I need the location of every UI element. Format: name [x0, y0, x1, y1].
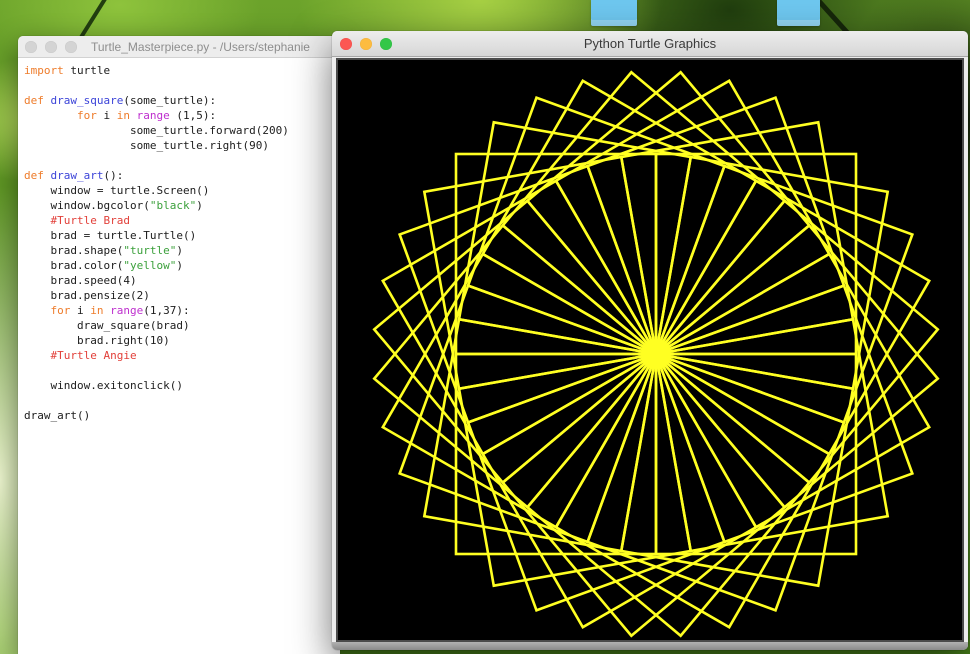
turtle-titlebar[interactable]: Python Turtle Graphics	[332, 31, 968, 57]
window-bottom-edge	[332, 642, 968, 650]
code-line: some_turtle.forward(200)	[24, 124, 289, 137]
turtle-window-title: Python Turtle Graphics	[583, 36, 717, 51]
code-line: brad.color("yellow")	[24, 259, 183, 272]
code-line: #Turtle Brad	[50, 214, 130, 227]
code-line: for i in range (1,5):	[76, 109, 217, 122]
code-line: import turtle	[24, 64, 111, 77]
turtle-graphics-window: Python Turtle Graphics	[332, 31, 968, 650]
zoom-button[interactable]	[65, 40, 77, 53]
code-line: #Turtle Angie	[50, 349, 137, 362]
code-line: window = turtle.Screen()	[24, 184, 210, 197]
editor-traffic-lights	[25, 40, 77, 53]
code-line: brad.right(10)	[24, 334, 170, 347]
code-line: brad.speed(4)	[24, 274, 137, 287]
code-line: def draw_art():	[24, 169, 124, 182]
editor-window-title: Turtle_Masterpiece.py - /Users/stephanie	[91, 39, 310, 54]
background-window-peek[interactable]	[591, 0, 637, 26]
background-window-peek[interactable]	[777, 0, 820, 26]
code-line: draw_art()	[24, 409, 91, 422]
turtle-canvas[interactable]	[336, 58, 964, 642]
code-line: brad.shape("turtle")	[24, 244, 183, 257]
code-line: for i in range(1,37):	[50, 304, 190, 317]
code-line: some_turtle.right(90)	[24, 139, 270, 152]
spirograph-svg	[372, 70, 940, 638]
code-line: window.exitonclick()	[24, 379, 183, 392]
minimize-button[interactable]	[45, 40, 57, 53]
code-editor[interactable]: import turtle def draw_square(some_turtle…	[18, 58, 340, 654]
close-button[interactable]	[25, 40, 37, 53]
code-line: def draw_square(some_turtle):	[24, 94, 217, 107]
editor-titlebar[interactable]: Turtle_Masterpiece.py - /Users/stephanie	[18, 36, 340, 58]
code-line: draw_square(brad)	[24, 319, 190, 332]
code-line: window.bgcolor("black")	[24, 199, 203, 212]
code-line: brad.pensize(2)	[24, 289, 150, 302]
editor-window: Turtle_Masterpiece.py - /Users/stephanie…	[18, 36, 340, 654]
code-line: brad = turtle.Turtle()	[24, 229, 197, 242]
